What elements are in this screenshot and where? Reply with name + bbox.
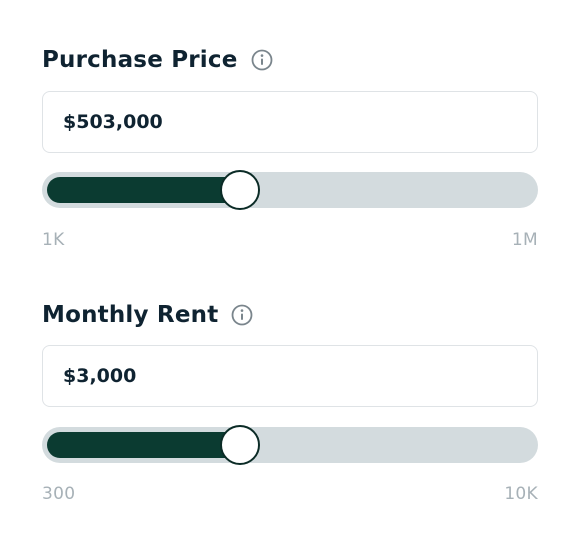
slider-thumb[interactable] xyxy=(219,170,260,210)
purchase-price-label: Purchase Price xyxy=(42,47,238,73)
monthly-rent-label: Monthly Rent xyxy=(42,302,219,328)
monthly-rent-max-label: 10K xyxy=(504,484,538,504)
purchase-price-min-label: 1K xyxy=(42,230,65,250)
monthly-rent-min-label: 300 xyxy=(42,484,76,504)
info-icon[interactable] xyxy=(251,49,273,71)
monthly-rent-label-row: Monthly Rent xyxy=(42,299,538,331)
purchase-price-field: Purchase Price 1K 1M xyxy=(42,44,538,250)
monthly-rent-input[interactable] xyxy=(63,365,537,387)
slider-thumb[interactable] xyxy=(219,425,260,465)
monthly-rent-slider[interactable] xyxy=(42,425,538,465)
monthly-rent-field: Monthly Rent 300 10K xyxy=(42,299,538,504)
purchase-price-slider[interactable] xyxy=(42,170,538,210)
monthly-rent-input-box[interactable] xyxy=(42,345,538,407)
purchase-price-label-row: Purchase Price xyxy=(42,44,538,76)
slider-fill xyxy=(47,432,240,458)
purchase-price-max-label: 1M xyxy=(511,230,538,250)
slider-fill xyxy=(47,177,240,203)
purchase-price-input-box[interactable] xyxy=(42,91,538,153)
info-icon[interactable] xyxy=(231,304,253,326)
purchase-price-input[interactable] xyxy=(63,111,537,133)
